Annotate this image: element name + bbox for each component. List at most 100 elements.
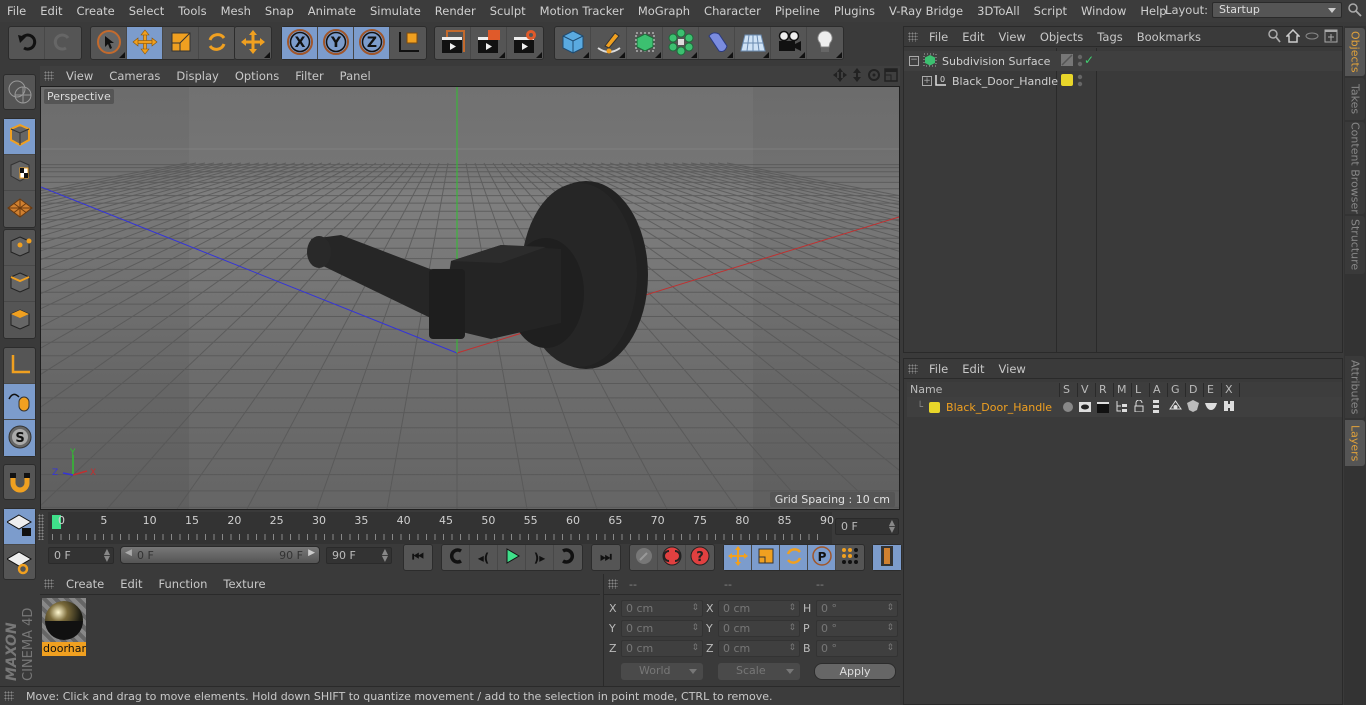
material-menu-texture[interactable]: Texture	[215, 577, 273, 591]
move-tool-button[interactable]	[127, 27, 163, 59]
prev-frame-button[interactable]: ◂(	[470, 545, 498, 570]
rotate-view-icon[interactable]	[867, 68, 881, 85]
material-menu-function[interactable]: Function	[151, 577, 216, 591]
timeline-grip[interactable]	[38, 512, 46, 542]
transform-mode-dropdown[interactable]: Scale	[718, 663, 800, 680]
render-settings-button[interactable]	[507, 27, 543, 59]
timeline-ruler[interactable]: 0 5 10 15 20 25 30 35 40 45 50 55 60 65 70 75 80 85 90	[48, 512, 834, 544]
tweak-mode-button[interactable]	[4, 384, 35, 420]
menu-mograph[interactable]: MoGraph	[631, 4, 697, 18]
column-expressions[interactable]: E	[1203, 383, 1214, 398]
menu-vray-bridge[interactable]: V-Ray Bridge	[882, 4, 970, 18]
next-frame-button[interactable]: )▸	[526, 545, 554, 570]
column-solo[interactable]: S	[1059, 383, 1070, 398]
make-editable-button[interactable]	[4, 75, 35, 111]
generator-toggle-icon[interactable]	[1169, 400, 1182, 416]
size-z-field[interactable]: 0 cm	[718, 640, 800, 657]
render-view-button[interactable]	[435, 27, 471, 59]
start-frame-field[interactable]: 0 F ▲ ▼	[48, 547, 114, 564]
pan-view-icon[interactable]	[833, 68, 847, 85]
visibility-dots-icon[interactable]	[1077, 54, 1083, 71]
menu-script[interactable]: Script	[1027, 4, 1074, 18]
cloner-button[interactable]	[663, 27, 699, 59]
menu-file[interactable]: File	[0, 4, 33, 18]
snap-button[interactable]	[4, 465, 35, 501]
viewport-menu-filter[interactable]: Filter	[287, 69, 331, 83]
range-left-arrow-icon[interactable]: ◀	[125, 548, 132, 558]
menu-select[interactable]: Select	[122, 4, 171, 18]
column-visible[interactable]: V	[1077, 383, 1089, 398]
goto-start-button[interactable]: ⏮	[404, 545, 432, 570]
xref-toggle-icon[interactable]	[1223, 400, 1235, 415]
column-generators[interactable]: G	[1167, 383, 1180, 398]
objects-menu-bookmarks[interactable]: Bookmarks	[1130, 30, 1208, 44]
lock-toggle-icon[interactable]	[1133, 399, 1145, 415]
filter-icon[interactable]	[1305, 31, 1319, 44]
panel-grip-icon[interactable]	[44, 71, 54, 81]
rotation-b-field[interactable]: 0 °	[816, 640, 898, 657]
current-frame-field[interactable]: 0 F ▲ ▼	[835, 518, 899, 535]
rotate-tool-button[interactable]	[199, 27, 235, 59]
layers-menu-file[interactable]: File	[922, 362, 955, 376]
key-rotation-button[interactable]	[780, 545, 808, 570]
undo-button[interactable]	[9, 27, 45, 59]
objects-menu-edit[interactable]: Edit	[955, 30, 991, 44]
visible-toggle-icon[interactable]	[1079, 401, 1091, 416]
keyframe-selection-button[interactable]: ?	[686, 545, 714, 570]
object-row-black-door-handle[interactable]: + 0 Black_Door_Handle	[904, 71, 1342, 91]
rotation-h-field[interactable]: 0 °	[816, 600, 898, 617]
key-position-button[interactable]	[724, 545, 752, 570]
layers-menu-view[interactable]: View	[992, 362, 1033, 376]
record-keys-button[interactable]	[630, 545, 658, 570]
workplane-lock-button[interactable]	[4, 509, 35, 545]
collapse-icon[interactable]: −	[909, 56, 919, 66]
deformer-button[interactable]	[699, 27, 735, 59]
material-menu-edit[interactable]: Edit	[112, 577, 150, 591]
new-view-icon[interactable]	[1324, 29, 1338, 46]
animation-toggle-icon[interactable]	[1153, 400, 1159, 416]
layer-name[interactable]: Black_Door_Handle	[946, 401, 1052, 414]
play-button[interactable]	[498, 545, 526, 570]
layers-menu-edit[interactable]: Edit	[955, 362, 991, 376]
size-x-field[interactable]: 0 cm	[718, 600, 800, 617]
panel-grip-icon[interactable]	[44, 579, 54, 589]
solo-toggle-icon[interactable]	[1063, 402, 1073, 412]
menu-plugins[interactable]: Plugins	[827, 4, 882, 18]
search-icon[interactable]	[1348, 3, 1362, 17]
goto-prev-key-button[interactable]	[442, 545, 470, 570]
zoom-view-icon[interactable]	[850, 68, 864, 85]
manager-toggle-icon[interactable]	[1115, 401, 1127, 416]
render-toggle-icon[interactable]	[1097, 401, 1109, 416]
range-right-arrow-icon[interactable]: ▶	[308, 548, 315, 558]
y-axis-lock-button[interactable]: Y	[318, 27, 354, 59]
solo-mode-button[interactable]: S	[4, 420, 35, 456]
coordinate-mode-dropdown[interactable]: World	[621, 663, 703, 680]
key-parameter-button[interactable]: P	[808, 545, 836, 570]
object-name[interactable]: Black_Door_Handle	[952, 75, 1058, 88]
column-xref[interactable]: X	[1221, 383, 1233, 398]
model-mode-button[interactable]	[4, 119, 35, 155]
menu-3dtoall[interactable]: 3DToAll	[970, 4, 1027, 18]
camera-label[interactable]: Perspective	[44, 89, 114, 104]
end-frame-field[interactable]: 90 F ▲ ▼	[326, 547, 392, 564]
home-icon[interactable]	[1285, 28, 1301, 46]
render-picture-viewer-button[interactable]	[471, 27, 507, 59]
expand-icon[interactable]: +	[922, 76, 932, 86]
goto-end-button[interactable]: ⏭	[592, 545, 620, 570]
tab-objects[interactable]: Objects	[1345, 28, 1365, 76]
recent-tool-button[interactable]	[235, 27, 271, 59]
goto-next-key-button[interactable]	[554, 545, 582, 570]
menu-mesh[interactable]: Mesh	[214, 4, 258, 18]
viewport-perspective[interactable]: Perspective Grid Spacing : 10 cm Y X Z	[40, 86, 900, 510]
column-manager[interactable]: M	[1113, 383, 1127, 398]
viewport-menu-display[interactable]: Display	[168, 69, 226, 83]
layer-color-icon[interactable]	[1061, 74, 1073, 86]
column-locked[interactable]: L	[1131, 383, 1141, 398]
column-animation[interactable]: A	[1149, 383, 1161, 398]
panel-grip-icon[interactable]	[608, 579, 618, 589]
layout-dropdown[interactable]: Startup	[1212, 2, 1342, 18]
layer-color-swatch[interactable]	[929, 401, 941, 413]
tab-content-browser[interactable]: Content Browser	[1345, 122, 1365, 214]
autokey-button[interactable]	[658, 545, 686, 570]
viewport-menu-panel[interactable]: Panel	[332, 69, 379, 83]
